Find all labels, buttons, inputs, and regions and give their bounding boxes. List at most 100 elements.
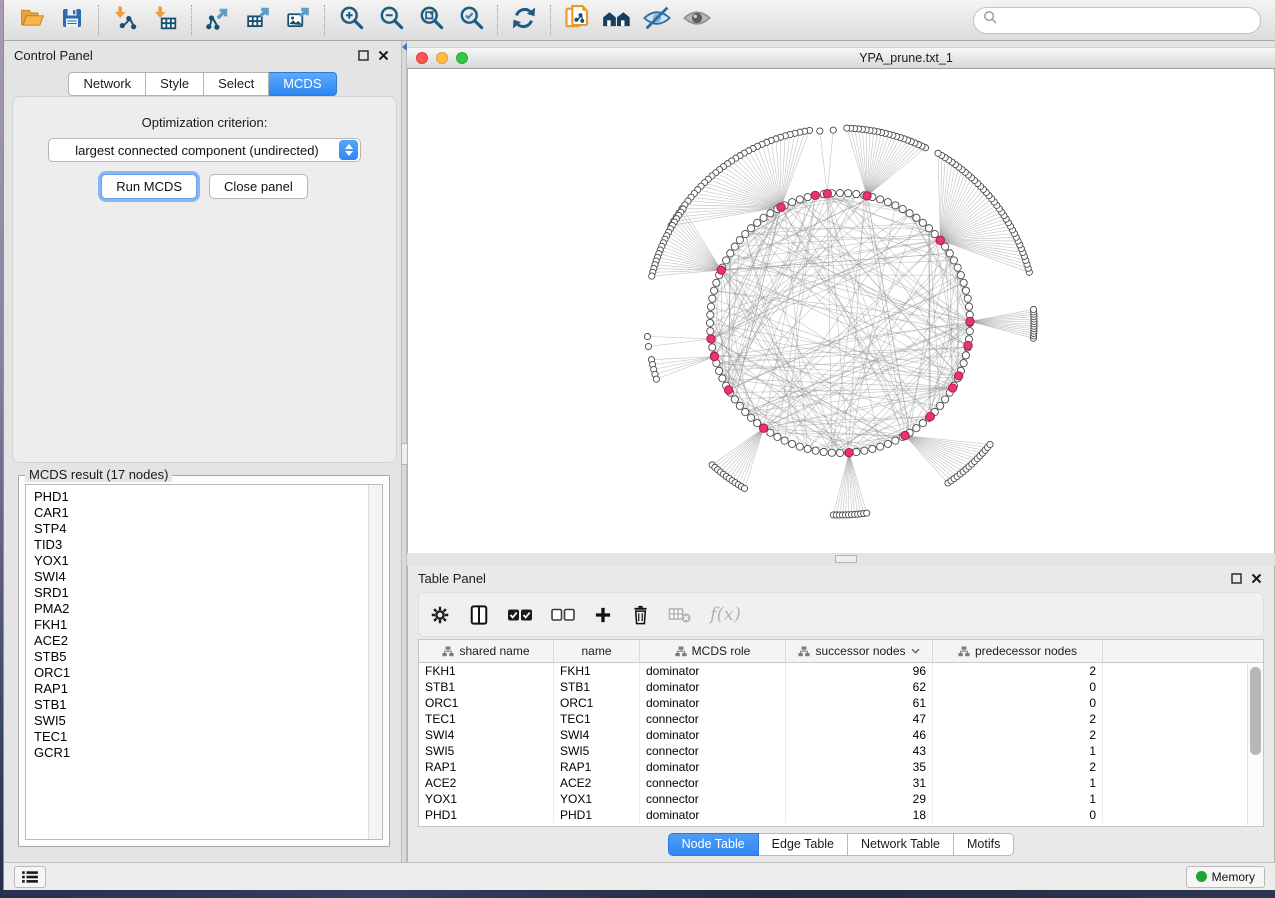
result-node[interactable]: SWI5 bbox=[34, 713, 367, 729]
table-row[interactable]: YOX1YOX1connector291 bbox=[419, 791, 1263, 807]
zoom-selected-icon bbox=[458, 4, 485, 36]
network-canvas[interactable] bbox=[407, 69, 1275, 553]
column-header-name[interactable]: name bbox=[554, 640, 640, 662]
open-folder-icon bbox=[19, 6, 46, 35]
cell-successor-nodes: 35 bbox=[786, 759, 933, 775]
export-table-button[interactable] bbox=[238, 3, 278, 37]
tab-motifs[interactable]: Motifs bbox=[954, 833, 1014, 856]
result-node[interactable]: STP4 bbox=[34, 521, 367, 537]
tab-network[interactable]: Network bbox=[68, 72, 146, 96]
column-label: successor nodes bbox=[815, 644, 905, 658]
result-node[interactable]: ACE2 bbox=[34, 633, 367, 649]
table-row[interactable]: FKH1FKH1dominator962 bbox=[419, 663, 1263, 679]
tab-edge-table[interactable]: Edge Table bbox=[759, 833, 848, 856]
result-list-scrollbar[interactable] bbox=[368, 485, 382, 839]
table-row[interactable]: SWI4SWI4dominator462 bbox=[419, 727, 1263, 743]
column-header-shared-name[interactable]: shared name bbox=[419, 640, 554, 662]
cell-successor-nodes: 61 bbox=[786, 695, 933, 711]
task-history-button[interactable] bbox=[14, 866, 46, 888]
cell-predecessor-nodes: 1 bbox=[933, 743, 1103, 759]
table-row[interactable]: RAP1RAP1dominator352 bbox=[419, 759, 1263, 775]
sitemap-icon bbox=[442, 646, 454, 657]
open-file-button[interactable] bbox=[12, 3, 52, 37]
show-all-button[interactable] bbox=[677, 3, 717, 37]
splitter-grip[interactable] bbox=[401, 443, 408, 465]
criterion-select[interactable]: largest connected component (undirected) bbox=[48, 138, 361, 162]
first-neighbors-icon bbox=[602, 5, 632, 36]
show-eye-icon bbox=[682, 5, 712, 36]
result-node[interactable]: CAR1 bbox=[34, 505, 367, 521]
result-node[interactable]: YOX1 bbox=[34, 553, 367, 569]
hide-selected-button[interactable] bbox=[637, 3, 677, 37]
zoom-in-button[interactable] bbox=[331, 3, 371, 37]
tab-network-table[interactable]: Network Table bbox=[848, 833, 954, 856]
float-panel-icon[interactable] bbox=[355, 48, 371, 64]
tab-style[interactable]: Style bbox=[146, 72, 204, 96]
splitter-grip[interactable] bbox=[835, 555, 857, 563]
table-settings-button[interactable] bbox=[429, 600, 451, 630]
result-node[interactable]: SRD1 bbox=[34, 585, 367, 601]
result-node[interactable]: TEC1 bbox=[34, 729, 367, 745]
column-header-MCDS-role[interactable]: MCDS role bbox=[640, 640, 786, 662]
column-header-predecessor-nodes[interactable]: predecessor nodes bbox=[933, 640, 1103, 662]
vertical-splitter[interactable] bbox=[401, 41, 407, 862]
table-row[interactable]: ACE2ACE2connector311 bbox=[419, 775, 1263, 791]
save-session-button[interactable] bbox=[52, 3, 92, 37]
cell-shared-name: YOX1 bbox=[419, 791, 554, 807]
close-panel-icon[interactable] bbox=[375, 48, 391, 64]
tab-mcds[interactable]: MCDS bbox=[269, 72, 336, 96]
refresh-view-button[interactable] bbox=[504, 3, 544, 37]
cell-MCDS-role: connector bbox=[640, 775, 786, 791]
result-node[interactable]: STB5 bbox=[34, 649, 367, 665]
search-input[interactable] bbox=[998, 13, 1251, 27]
cell-name: FKH1 bbox=[554, 663, 640, 679]
result-node[interactable]: PHD1 bbox=[34, 489, 367, 505]
table-row[interactable]: SWI5SWI5connector431 bbox=[419, 743, 1263, 759]
control-panel-tabs: NetworkStyleSelectMCDS bbox=[68, 72, 336, 96]
zoom-selected-button[interactable] bbox=[451, 3, 491, 37]
result-node[interactable]: SWI4 bbox=[34, 569, 367, 585]
horizontal-splitter[interactable] bbox=[407, 553, 1275, 566]
table-row[interactable]: STB1STB1dominator620 bbox=[419, 679, 1263, 695]
table-row[interactable]: ORC1ORC1dominator610 bbox=[419, 695, 1263, 711]
column-header-successor-nodes[interactable]: successor nodes bbox=[786, 640, 933, 662]
table-row[interactable]: TEC1TEC1connector472 bbox=[419, 711, 1263, 727]
close-panel-icon[interactable] bbox=[1248, 570, 1264, 586]
float-panel-icon[interactable] bbox=[1228, 570, 1244, 586]
copy-network-button[interactable] bbox=[557, 3, 597, 37]
tab-select[interactable]: Select bbox=[204, 72, 269, 96]
close-panel-button[interactable]: Close panel bbox=[209, 174, 308, 199]
result-node[interactable]: TID3 bbox=[34, 537, 367, 553]
result-node[interactable]: PMA2 bbox=[34, 601, 367, 617]
network-window-titlebar[interactable]: YPA_prune.txt_1 bbox=[407, 47, 1275, 69]
import-table-button[interactable] bbox=[145, 3, 185, 37]
export-image-button[interactable] bbox=[278, 3, 318, 37]
zoom-out-button[interactable] bbox=[371, 3, 411, 37]
result-node[interactable]: FKH1 bbox=[34, 617, 367, 633]
result-node[interactable]: STB1 bbox=[34, 697, 367, 713]
result-node[interactable]: GCR1 bbox=[34, 745, 367, 761]
search-box[interactable] bbox=[973, 7, 1261, 34]
cell-name: PHD1 bbox=[554, 807, 640, 823]
first-neighbors-button[interactable] bbox=[597, 3, 637, 37]
network-title: YPA_prune.txt_1 bbox=[407, 51, 1275, 65]
export-network-button[interactable] bbox=[198, 3, 238, 37]
deselect-all-rows-button[interactable] bbox=[551, 600, 575, 630]
delete-column-button[interactable] bbox=[631, 600, 650, 630]
import-network-button[interactable] bbox=[105, 3, 145, 37]
table-scrollbar[interactable] bbox=[1247, 664, 1263, 825]
add-column-button[interactable] bbox=[593, 600, 613, 630]
show-columns-button[interactable] bbox=[469, 600, 489, 630]
zoom-fit-button[interactable] bbox=[411, 3, 451, 37]
cell-predecessor-nodes: 0 bbox=[933, 807, 1103, 823]
result-node[interactable]: RAP1 bbox=[34, 681, 367, 697]
table-row[interactable]: PHD1PHD1dominator180 bbox=[419, 807, 1263, 823]
memory-status-icon bbox=[1196, 871, 1207, 882]
result-node[interactable]: ORC1 bbox=[34, 665, 367, 681]
scrollbar-thumb[interactable] bbox=[1250, 667, 1261, 755]
memory-button[interactable]: Memory bbox=[1186, 866, 1265, 888]
run-mcds-button[interactable]: Run MCDS bbox=[101, 174, 197, 199]
cell-predecessor-nodes: 2 bbox=[933, 711, 1103, 727]
select-all-rows-button[interactable] bbox=[507, 600, 533, 630]
tab-node-table[interactable]: Node Table bbox=[668, 833, 759, 856]
